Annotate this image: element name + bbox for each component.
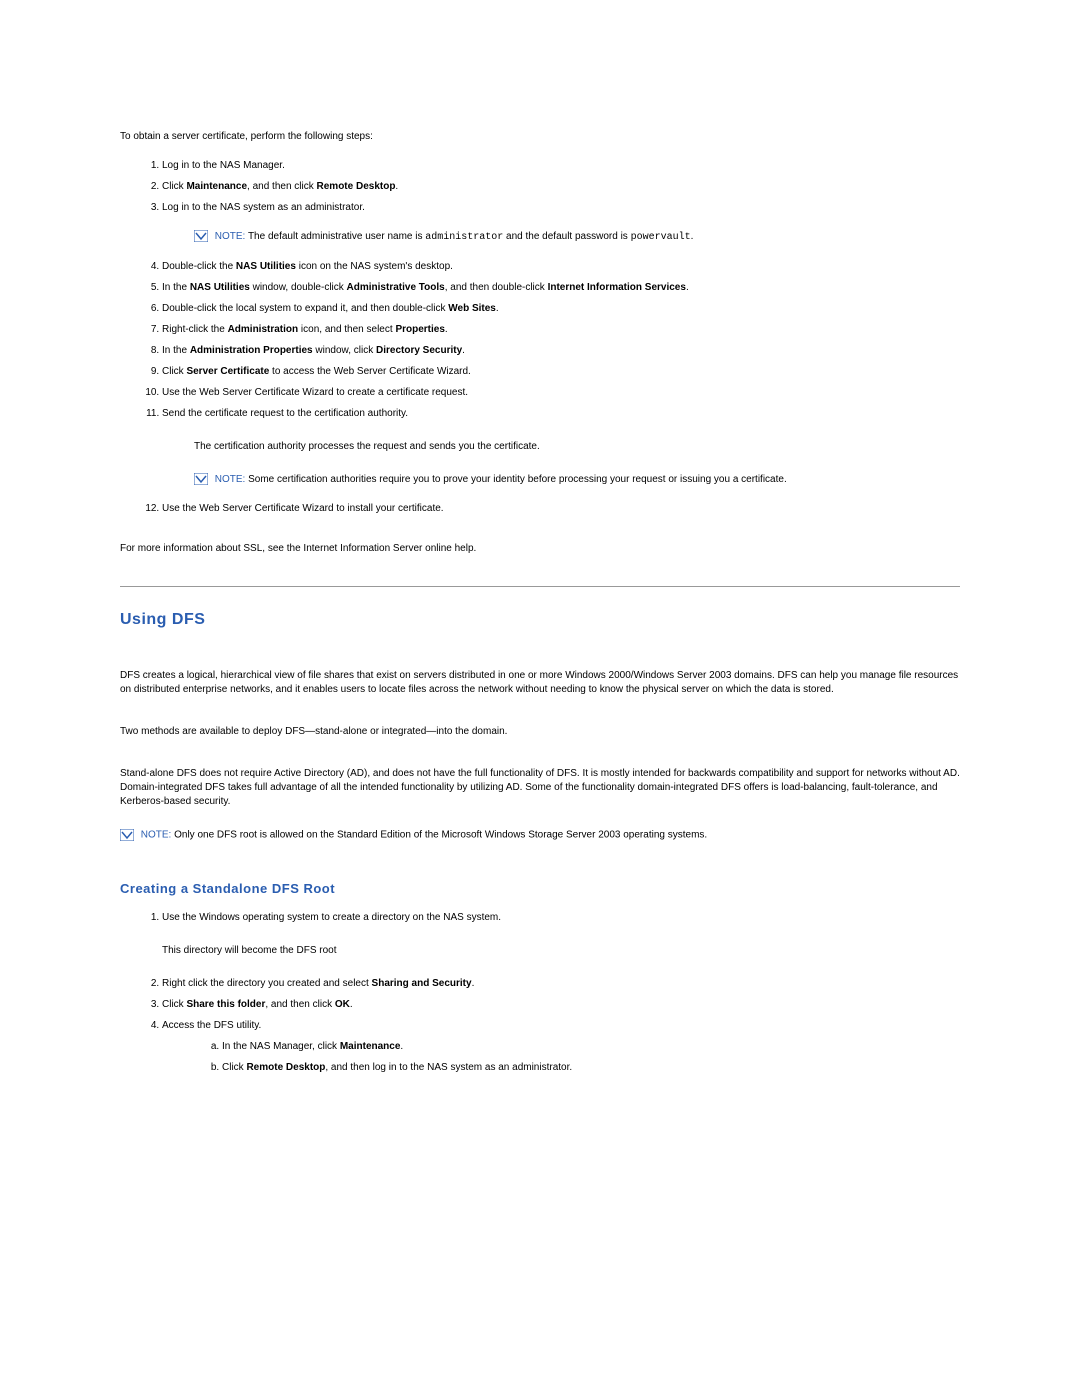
text: window, double-click: [250, 282, 347, 293]
text: .: [691, 231, 694, 242]
bold-web-sites: Web Sites: [448, 303, 496, 314]
text: , and then click: [265, 999, 334, 1010]
bold-nas-utilities: NAS Utilities: [190, 282, 250, 293]
step-9: Click Server Certificate to access the W…: [162, 364, 960, 379]
step-5: In the NAS Utilities window, double-clic…: [162, 280, 960, 295]
text: Double-click the local system to expand …: [162, 303, 448, 314]
step-6: Double-click the local system to expand …: [162, 301, 960, 316]
dfs-step-2: Right click the directory you created an…: [162, 976, 960, 991]
text: Click: [162, 181, 186, 192]
text: .: [496, 303, 499, 314]
step-7: Right-click the Administration icon, and…: [162, 322, 960, 337]
text: Right-click the: [162, 324, 228, 335]
step-12: Use the Web Server Certificate Wizard to…: [162, 501, 960, 516]
text: window, click: [313, 345, 376, 356]
document-page: To obtain a server certificate, perform …: [0, 0, 1080, 1169]
step-1: Log in to the NAS Manager.: [162, 158, 960, 173]
text: Some certification authorities require y…: [248, 474, 787, 485]
text: , and then click: [247, 181, 316, 192]
dfs-step-1: Use the Windows operating system to crea…: [162, 910, 960, 958]
bold-nas-utilities: NAS Utilities: [236, 261, 296, 272]
text: In the NAS Manager, click: [222, 1041, 340, 1052]
bold-iis: Internet Information Services: [548, 282, 686, 293]
text: Send the certificate request to the cert…: [162, 408, 408, 419]
heading-creating-standalone-dfs-root: Creating a Standalone DFS Root: [120, 881, 960, 896]
note-dfs-root: NOTE: Only one DFS root is allowed on th…: [120, 829, 960, 841]
note-label: NOTE:: [215, 474, 248, 485]
dfs-paragraph-1: DFS creates a logical, hierarchical view…: [120, 669, 960, 697]
step-3: Log in to the NAS system as an administr…: [162, 200, 960, 245]
bold-directory-security: Directory Security: [376, 345, 462, 356]
text: Right click the directory you created an…: [162, 978, 372, 989]
note-icon: [120, 829, 134, 841]
note-icon: [194, 230, 208, 242]
text: Click: [162, 366, 186, 377]
text: , and then double-click: [445, 282, 548, 293]
step-4: Double-click the NAS Utilities icon on t…: [162, 259, 960, 274]
step-8: In the Administration Properties window,…: [162, 343, 960, 358]
text: , and then log in to the NAS system as a…: [325, 1062, 572, 1073]
text: .: [400, 1041, 403, 1052]
text: .: [462, 345, 465, 356]
dfs-step-4: Access the DFS utility. In the NAS Manag…: [162, 1018, 960, 1075]
mono-powervault: powervault: [631, 232, 691, 243]
bold-maintenance: Maintenance: [340, 1041, 401, 1052]
step-2: Click Maintenance, and then click Remote…: [162, 179, 960, 194]
note-cert-authority: NOTE: Some certification authorities req…: [194, 472, 960, 487]
text: .: [350, 999, 353, 1010]
text: and the default password is: [503, 231, 630, 242]
bold-maintenance: Maintenance: [186, 181, 247, 192]
text: In the: [162, 345, 190, 356]
bold-remote-desktop: Remote Desktop: [317, 181, 396, 192]
text: .: [395, 181, 398, 192]
dfs-step-3: Click Share this folder, and then click …: [162, 997, 960, 1012]
bold-properties: Properties: [395, 324, 444, 335]
step-10: Use the Web Server Certificate Wizard to…: [162, 385, 960, 400]
text: .: [686, 282, 689, 293]
text: In the: [162, 282, 190, 293]
dfs-step-1-post: This directory will become the DFS root: [162, 943, 960, 958]
text: Log in to the NAS system as an administr…: [162, 202, 365, 213]
mono-administrator: administrator: [425, 232, 503, 243]
post-step-11-text: The certification authority processes th…: [194, 439, 960, 454]
step-11: Send the certificate request to the cert…: [162, 406, 960, 487]
note-default-credentials: NOTE: The default administrative user na…: [194, 229, 960, 245]
dfs-step-4b: Click Remote Desktop, and then log in to…: [222, 1060, 960, 1075]
text: Double-click the: [162, 261, 236, 272]
dfs-step-4-sublist: In the NAS Manager, click Maintenance. C…: [162, 1039, 960, 1075]
certificate-steps-list: Log in to the NAS Manager. Click Mainten…: [120, 158, 960, 516]
text: Access the DFS utility.: [162, 1020, 261, 1031]
bold-sharing-security: Sharing and Security: [372, 978, 472, 989]
dfs-paragraph-2: Two methods are available to deploy DFS—…: [120, 725, 960, 739]
bold-share-folder: Share this folder: [186, 999, 265, 1010]
text: icon, and then select: [298, 324, 395, 335]
text: Only one DFS root is allowed on the Stan…: [174, 830, 707, 841]
intro-paragraph: To obtain a server certificate, perform …: [120, 130, 960, 144]
text: Use the Windows operating system to crea…: [162, 912, 501, 923]
dfs-paragraph-3: Stand-alone DFS does not require Active …: [120, 767, 960, 809]
note-label: NOTE:: [141, 830, 174, 841]
ssl-more-info: For more information about SSL, see the …: [120, 542, 960, 556]
bold-ok: OK: [335, 999, 350, 1010]
bold-admin-properties: Administration Properties: [190, 345, 313, 356]
divider: [120, 586, 960, 587]
heading-using-dfs: Using DFS: [120, 611, 960, 629]
dfs-step-4a: In the NAS Manager, click Maintenance.: [222, 1039, 960, 1054]
note-icon: [194, 473, 208, 485]
bold-admin-tools: Administrative Tools: [347, 282, 445, 293]
text: .: [445, 324, 448, 335]
bold-remote-desktop: Remote Desktop: [246, 1062, 325, 1073]
bold-server-certificate: Server Certificate: [186, 366, 269, 377]
dfs-root-steps-list: Use the Windows operating system to crea…: [120, 910, 960, 1075]
text: .: [472, 978, 475, 989]
text: The default administrative user name is: [248, 231, 425, 242]
bold-administration: Administration: [228, 324, 299, 335]
text: Click: [162, 999, 186, 1010]
text: to access the Web Server Certificate Wiz…: [269, 366, 471, 377]
note-label: NOTE:: [215, 231, 248, 242]
text: icon on the NAS system's desktop.: [296, 261, 453, 272]
text: Click: [222, 1062, 246, 1073]
